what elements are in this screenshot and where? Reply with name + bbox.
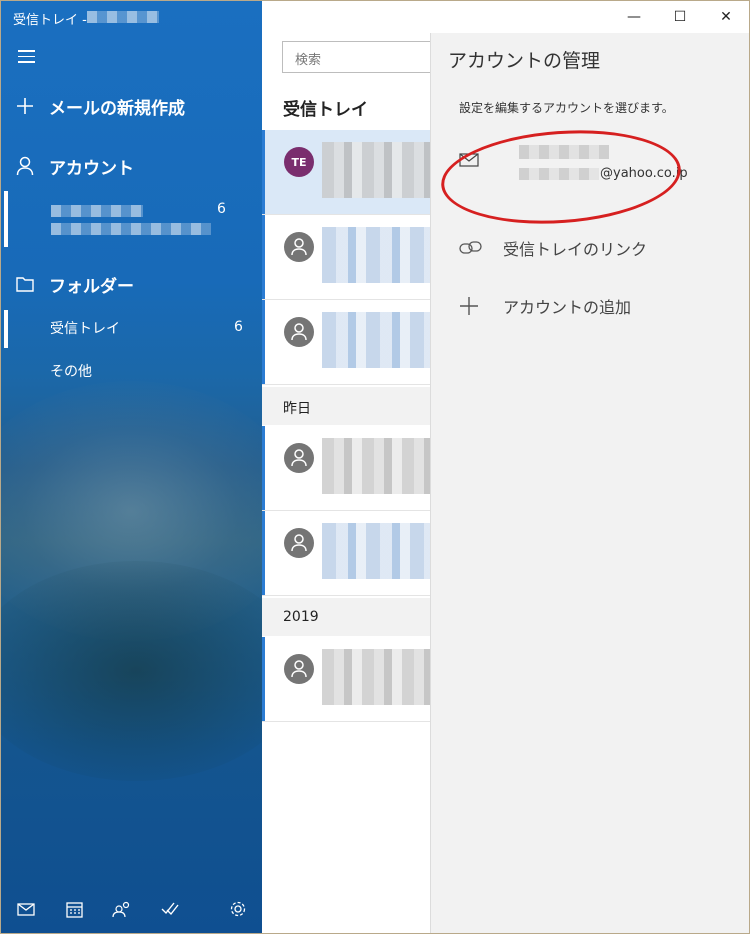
settings-icon[interactable] (226, 897, 250, 921)
background-forest (1, 561, 262, 781)
message-preview-redacted (322, 523, 430, 579)
person-icon (291, 238, 307, 256)
folder-item-inbox[interactable]: 受信トレイ 6 (1, 310, 262, 348)
avatar (284, 317, 314, 347)
unread-indicator (262, 300, 265, 384)
unread-indicator (262, 511, 265, 595)
window-title: 受信トレイ - (13, 13, 87, 28)
avatar (284, 654, 314, 684)
list-title: 受信トレイ (283, 100, 368, 120)
avatar (284, 232, 314, 262)
message-item[interactable] (262, 426, 430, 511)
account-email-redacted (51, 223, 211, 235)
message-preview-redacted (322, 227, 430, 283)
folders-button[interactable]: フォルダー (1, 264, 262, 304)
add-account-button[interactable]: アカウントの追加 (459, 291, 631, 321)
date-group-header: 昨日 (262, 387, 430, 425)
maximize-button[interactable]: ☐ (657, 1, 703, 33)
mail-app-window: 受信トレイ - メールの新規作成 アカウント 6 フォルダー 受信トレイ 6 そ… (0, 0, 750, 934)
pane-title: アカウントの管理 (448, 50, 601, 72)
title-account-redacted (87, 11, 159, 23)
unread-indicator (262, 426, 265, 510)
close-button[interactable]: ✕ (703, 1, 749, 33)
date-group-label: 2019 (283, 609, 319, 625)
folder-item-more[interactable]: その他 (1, 353, 262, 389)
navigation-pane: 受信トレイ - メールの新規作成 アカウント 6 フォルダー 受信トレイ 6 そ… (1, 1, 262, 933)
search-placeholder: 検索 (295, 53, 322, 68)
minimize-button[interactable]: — (611, 1, 657, 33)
person-icon (291, 534, 307, 552)
search-input[interactable]: 検索 (282, 41, 430, 73)
title-bar: 受信トレイ - (1, 1, 262, 33)
person-icon (1, 156, 49, 176)
folders-label: フォルダー (49, 276, 134, 297)
person-icon (291, 660, 307, 678)
avatar (284, 443, 314, 473)
message-preview-redacted (322, 312, 430, 368)
app-switcher-bar (1, 887, 262, 933)
date-group-header: 2019 (262, 598, 430, 636)
message-preview-redacted (322, 438, 430, 494)
message-item[interactable]: TE (262, 130, 430, 215)
selected-indicator (4, 191, 8, 247)
avatar (284, 528, 314, 558)
todo-icon[interactable] (158, 897, 182, 921)
avatar: TE (284, 147, 314, 177)
account-item[interactable]: 6 (1, 191, 262, 247)
plus-icon (1, 97, 49, 115)
manage-accounts-pane: アカウントの管理 設定を編集するアカウントを選びます。 @yahoo.co.jp… (430, 33, 749, 933)
people-icon[interactable] (110, 897, 134, 921)
pane-subtitle: 設定を編集するアカウントを選びます。 (459, 101, 674, 115)
selected-indicator (4, 310, 8, 348)
link-icon (459, 240, 503, 256)
link-inboxes-button[interactable]: 受信トレイのリンク (459, 233, 647, 263)
message-preview-redacted (322, 142, 430, 198)
message-item[interactable] (262, 637, 430, 722)
folder-label: その他 (50, 364, 92, 380)
new-mail-label: メールの新規作成 (49, 98, 185, 119)
message-item[interactable] (262, 511, 430, 596)
calendar-icon[interactable] (62, 897, 86, 921)
folder-label: 受信トレイ (50, 321, 120, 337)
folder-icon (1, 276, 49, 292)
unread-indicator (262, 130, 265, 214)
accounts-button[interactable]: アカウント (1, 146, 262, 186)
folder-unread-count: 6 (234, 319, 243, 335)
message-preview-redacted (322, 649, 430, 705)
person-icon (291, 323, 307, 341)
message-item[interactable] (262, 215, 430, 300)
new-mail-button[interactable]: メールの新規作成 (1, 86, 262, 126)
hamburger-menu-icon[interactable] (18, 50, 35, 64)
add-account-label: アカウントの追加 (503, 298, 632, 317)
message-item[interactable] (262, 300, 430, 385)
link-inboxes-label: 受信トレイのリンク (503, 240, 648, 259)
plus-icon (459, 296, 503, 316)
window-controls: — ☐ ✕ (611, 1, 749, 33)
unread-indicator (262, 215, 265, 299)
account-name-redacted (51, 205, 143, 217)
date-group-label: 昨日 (283, 401, 311, 417)
mail-icon[interactable] (14, 897, 38, 921)
message-list: 検索 受信トレイ TE 昨日 2019 (262, 1, 430, 933)
person-icon (291, 449, 307, 467)
accounts-label: アカウント (49, 158, 134, 179)
unread-indicator (262, 637, 265, 721)
account-unread-count: 6 (217, 201, 226, 217)
